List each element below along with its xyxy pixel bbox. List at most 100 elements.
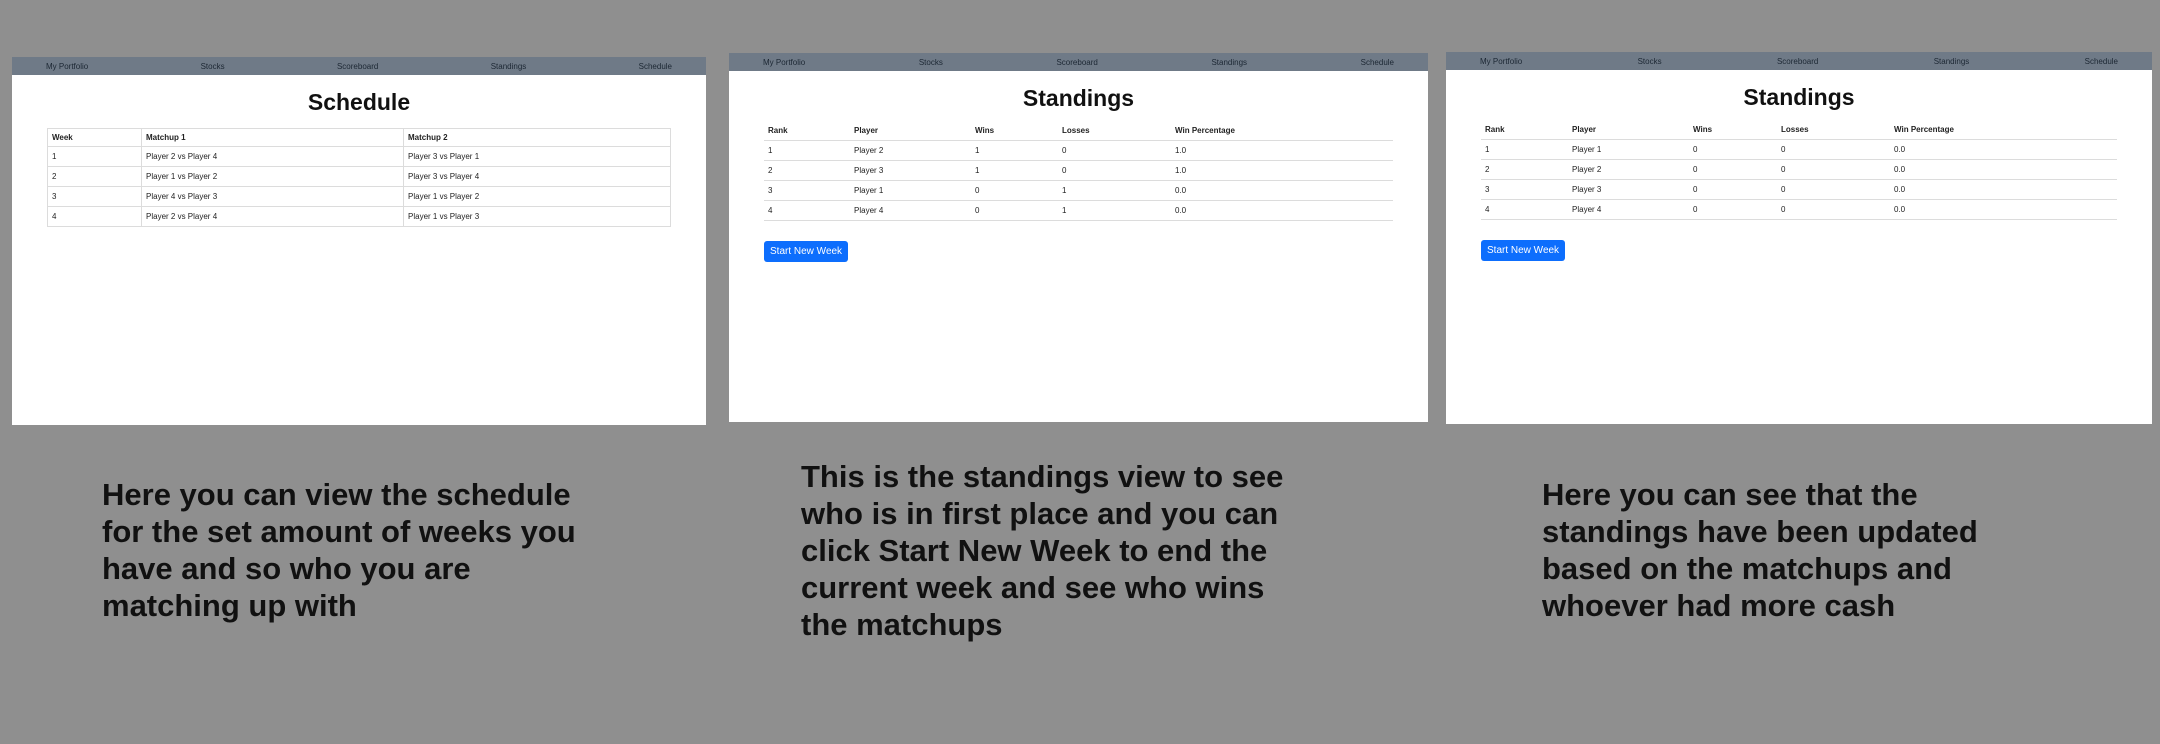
table-row: 1 Player 2 vs Player 4 Player 3 vs Playe…	[47, 146, 671, 167]
nav-scoreboard[interactable]: Scoreboard	[337, 62, 378, 71]
cell-rank: 3	[764, 180, 850, 201]
col-week: Week	[47, 128, 142, 147]
page-title: Standings	[1743, 84, 1855, 110]
cell-losses: 0	[1777, 199, 1890, 220]
cell-matchup-1: Player 4 vs Player 3	[141, 186, 404, 207]
standings-screenshot-after: My Portfolio Stocks Scoreboard Standings…	[1446, 52, 2152, 424]
schedule-table: Week Matchup 1 Matchup 2 1 Player 2 vs P…	[47, 128, 671, 227]
page-title: Schedule	[307, 89, 411, 115]
schedule-screenshot: My Portfolio Stocks Scoreboard Standings…	[12, 57, 706, 425]
updated-standings-caption: Here you can see that the standings have…	[1542, 477, 1978, 623]
col-win-percentage: Win Percentage	[1890, 121, 2117, 140]
cell-wins: 0	[971, 200, 1058, 221]
nav-stocks[interactable]: Stocks	[919, 58, 943, 67]
table-row: 1 Player 2 1 0 1.0	[764, 140, 1393, 161]
cell-matchup-1: Player 2 vs Player 4	[141, 146, 404, 167]
table-header-row: Rank Player Wins Losses Win Percentage	[764, 122, 1393, 141]
col-win-percentage: Win Percentage	[1171, 122, 1393, 141]
cell-player: Player 1	[850, 180, 971, 201]
standings-caption: This is the standings view to see who is…	[801, 459, 1284, 642]
standings-table: Rank Player Wins Losses Win Percentage 1…	[764, 122, 1393, 221]
cell-losses: 0	[1777, 179, 1890, 200]
table-header-row: Rank Player Wins Losses Win Percentage	[1481, 121, 2117, 140]
table-row: 3 Player 4 vs Player 3 Player 1 vs Playe…	[47, 186, 671, 207]
cell-win-percentage: 0.0	[1171, 180, 1393, 201]
cell-wins: 0	[971, 180, 1058, 201]
table-row: 3 Player 1 0 1 0.0	[764, 180, 1393, 201]
nav-stocks[interactable]: Stocks	[201, 62, 225, 71]
cell-week: 4	[47, 206, 142, 227]
cell-rank: 2	[1481, 159, 1568, 180]
table-row: 1 Player 1 0 0 0.0	[1481, 139, 2117, 160]
nav-my-portfolio[interactable]: My Portfolio	[763, 58, 805, 67]
nav-scoreboard[interactable]: Scoreboard	[1056, 58, 1097, 67]
table-header-row: Week Matchup 1 Matchup 2	[47, 128, 671, 147]
col-wins: Wins	[1689, 121, 1777, 140]
cell-player: Player 2	[1568, 159, 1689, 180]
cell-losses: 1	[1058, 200, 1171, 221]
cell-matchup-1: Player 1 vs Player 2	[141, 166, 404, 187]
cell-win-percentage: 0.0	[1890, 199, 2117, 220]
cell-wins: 0	[1689, 159, 1777, 180]
cell-losses: 0	[1058, 140, 1171, 161]
nav-standings[interactable]: Standings	[1934, 57, 1970, 66]
cell-win-percentage: 0.0	[1890, 139, 2117, 160]
cell-player: Player 3	[850, 160, 971, 181]
cell-win-percentage: 0.0	[1171, 200, 1393, 221]
cell-win-percentage: 0.0	[1890, 159, 2117, 180]
cell-wins: 0	[1689, 199, 1777, 220]
nav-my-portfolio[interactable]: My Portfolio	[46, 62, 88, 71]
start-new-week-button[interactable]: Start New Week	[1481, 239, 1566, 261]
nav-stocks[interactable]: Stocks	[1638, 57, 1662, 66]
start-new-week-button[interactable]: Start New Week	[764, 240, 849, 262]
table-row: 2 Player 3 1 0 1.0	[764, 160, 1393, 181]
cell-losses: 0	[1777, 139, 1890, 160]
schedule-caption: Here you can view the schedule for the s…	[102, 477, 576, 623]
nav-scoreboard[interactable]: Scoreboard	[1777, 57, 1818, 66]
table-row: 4 Player 4 0 1 0.0	[764, 200, 1393, 221]
standings-screenshot-before: My Portfolio Stocks Scoreboard Standings…	[729, 53, 1428, 422]
cell-rank: 1	[1481, 139, 1568, 160]
cell-matchup-1: Player 2 vs Player 4	[141, 206, 404, 227]
cell-losses: 0	[1058, 160, 1171, 181]
nav-schedule[interactable]: Schedule	[1361, 58, 1394, 67]
cell-wins: 1	[971, 160, 1058, 181]
cell-player: Player 1	[1568, 139, 1689, 160]
cell-win-percentage: 0.0	[1890, 179, 2117, 200]
table-row: 4 Player 4 0 0 0.0	[1481, 199, 2117, 220]
nav-my-portfolio[interactable]: My Portfolio	[1480, 57, 1522, 66]
col-matchup-1: Matchup 1	[141, 128, 404, 147]
table-row: 3 Player 3 0 0 0.0	[1481, 179, 2117, 200]
cell-rank: 3	[1481, 179, 1568, 200]
cell-week: 1	[47, 146, 142, 167]
navbar: My Portfolio Stocks Scoreboard Standings…	[12, 57, 706, 75]
table-row: 2 Player 1 vs Player 2 Player 3 vs Playe…	[47, 166, 671, 187]
nav-standings[interactable]: Standings	[1211, 58, 1247, 67]
page-title: Standings	[1022, 85, 1135, 111]
col-rank: Rank	[1481, 121, 1568, 140]
col-player: Player	[1568, 121, 1689, 140]
col-wins: Wins	[971, 122, 1058, 141]
col-matchup-2: Matchup 2	[403, 128, 671, 147]
cell-wins: 1	[971, 140, 1058, 161]
col-rank: Rank	[764, 122, 850, 141]
cell-matchup-2: Player 1 vs Player 3	[403, 206, 671, 227]
cell-player: Player 4	[850, 200, 971, 221]
cell-matchup-2: Player 3 vs Player 1	[403, 146, 671, 167]
cell-wins: 0	[1689, 179, 1777, 200]
nav-schedule[interactable]: Schedule	[639, 62, 672, 71]
standings-table: Rank Player Wins Losses Win Percentage 1…	[1481, 121, 2117, 220]
navbar: My Portfolio Stocks Scoreboard Standings…	[1446, 52, 2152, 70]
cell-rank: 4	[764, 200, 850, 221]
cell-losses: 1	[1058, 180, 1171, 201]
cell-player: Player 3	[1568, 179, 1689, 200]
navbar: My Portfolio Stocks Scoreboard Standings…	[729, 53, 1428, 71]
table-row: 4 Player 2 vs Player 4 Player 1 vs Playe…	[47, 206, 671, 227]
cell-matchup-2: Player 3 vs Player 4	[403, 166, 671, 187]
table-row: 2 Player 2 0 0 0.0	[1481, 159, 2117, 180]
nav-standings[interactable]: Standings	[491, 62, 527, 71]
cell-player: Player 4	[1568, 199, 1689, 220]
nav-schedule[interactable]: Schedule	[2085, 57, 2118, 66]
cell-player: Player 2	[850, 140, 971, 161]
col-player: Player	[850, 122, 971, 141]
